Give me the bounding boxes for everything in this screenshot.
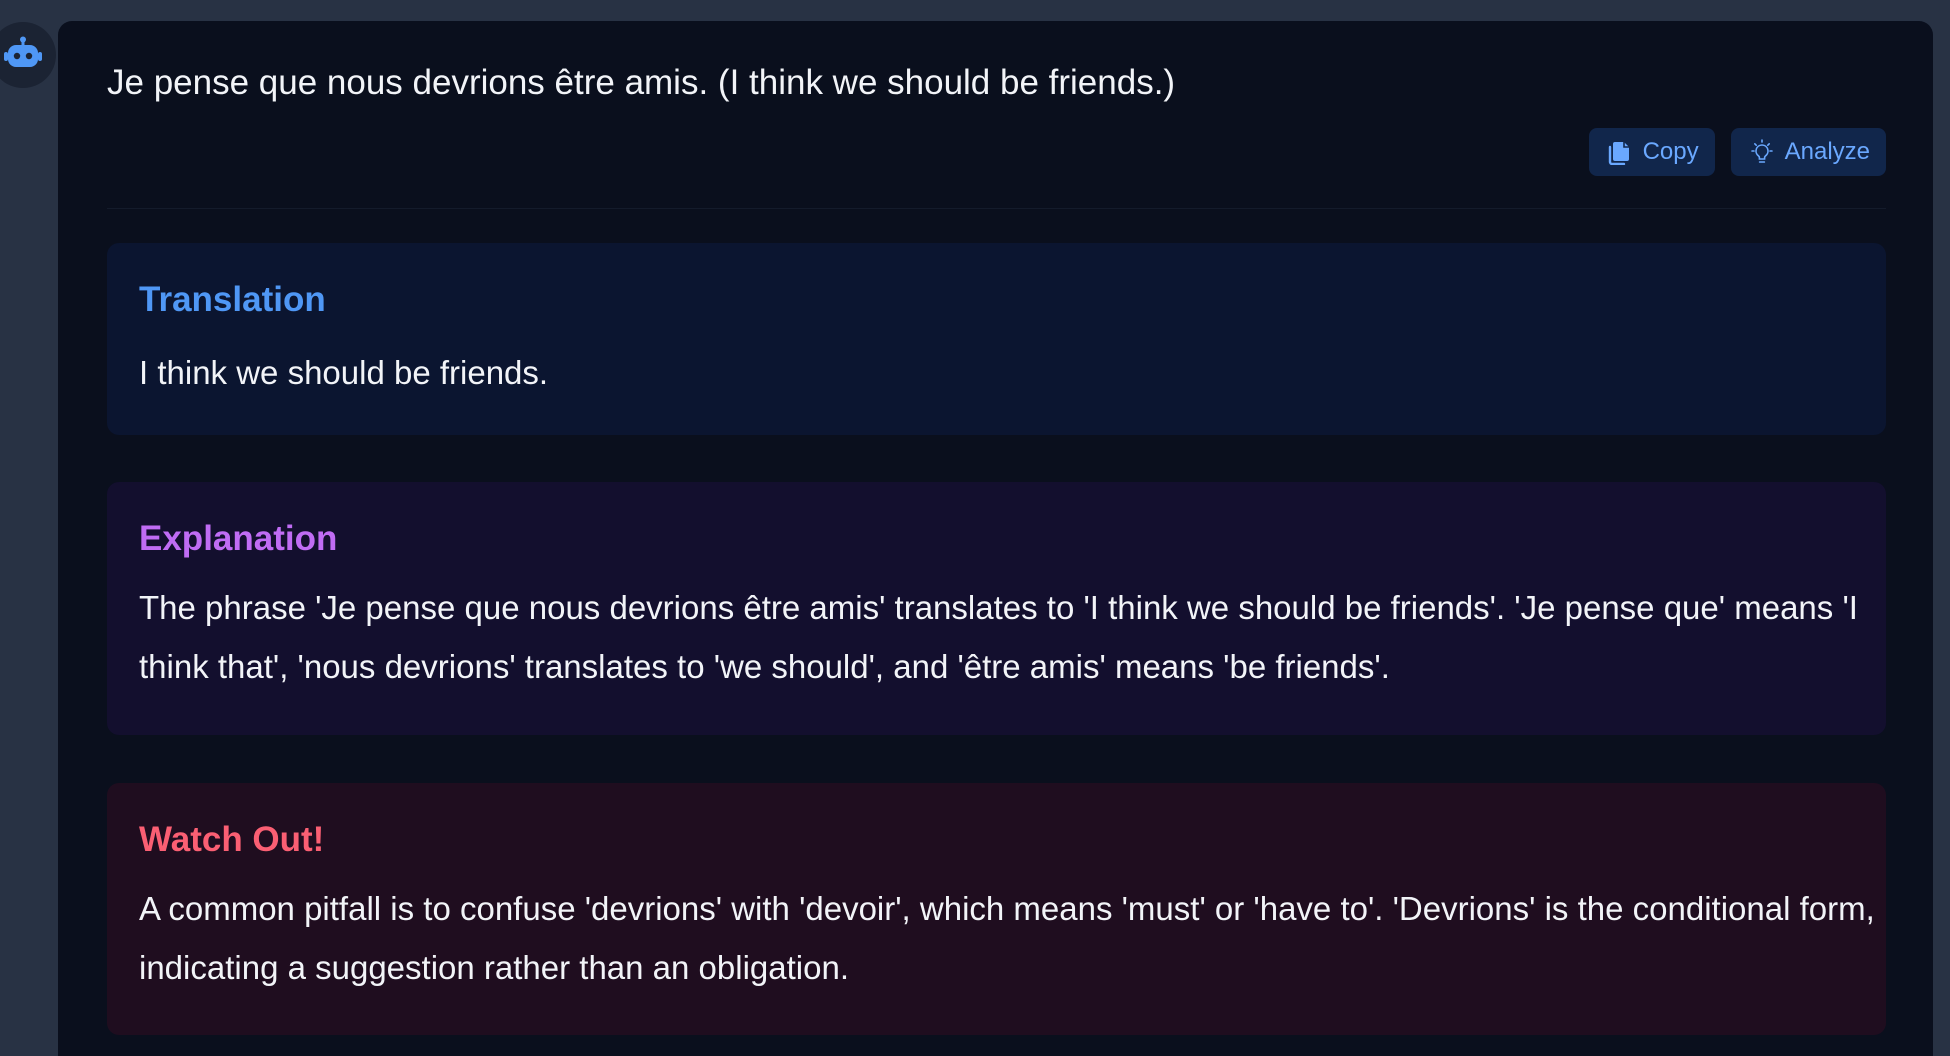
chat-page: Je pense que nous devrions être amis. (I… — [0, 0, 1950, 1056]
translation-body: I think we should be friends. — [139, 354, 549, 391]
watch-out-section: Watch Out! A common pitfall is to confus… — [107, 783, 1886, 1035]
robot-icon — [4, 36, 42, 67]
explanation-section: Explanation The phrase 'Je pense que nou… — [107, 482, 1886, 735]
lightbulb-icon — [1750, 139, 1773, 163]
copy-icon — [1608, 142, 1629, 165]
message-actions: Copy Analyze — [1588, 128, 1886, 176]
copy-button-label: Copy — [1642, 138, 1699, 165]
analyze-button[interactable]: Analyze — [1730, 128, 1886, 176]
explanation-body: The phrase 'Je pense que nous devrions ê… — [139, 589, 1858, 685]
assistant-message-card: Je pense que nous devrions être amis. (I… — [58, 21, 1933, 1056]
translation-title: Translation — [139, 280, 326, 319]
translation-section: Translation I think we should be friends… — [107, 243, 1886, 435]
copy-button[interactable]: Copy — [1588, 128, 1715, 176]
message-text: Je pense que nous devrions être amis. (I… — [107, 63, 1176, 102]
watch-out-title: Watch Out! — [139, 820, 325, 859]
divider — [107, 208, 1886, 209]
analyze-button-label: Analyze — [1784, 138, 1870, 165]
watch-out-body: A common pitfall is to confuse 'devrions… — [139, 890, 1875, 986]
explanation-title: Explanation — [139, 519, 338, 558]
bot-avatar — [0, 22, 56, 88]
